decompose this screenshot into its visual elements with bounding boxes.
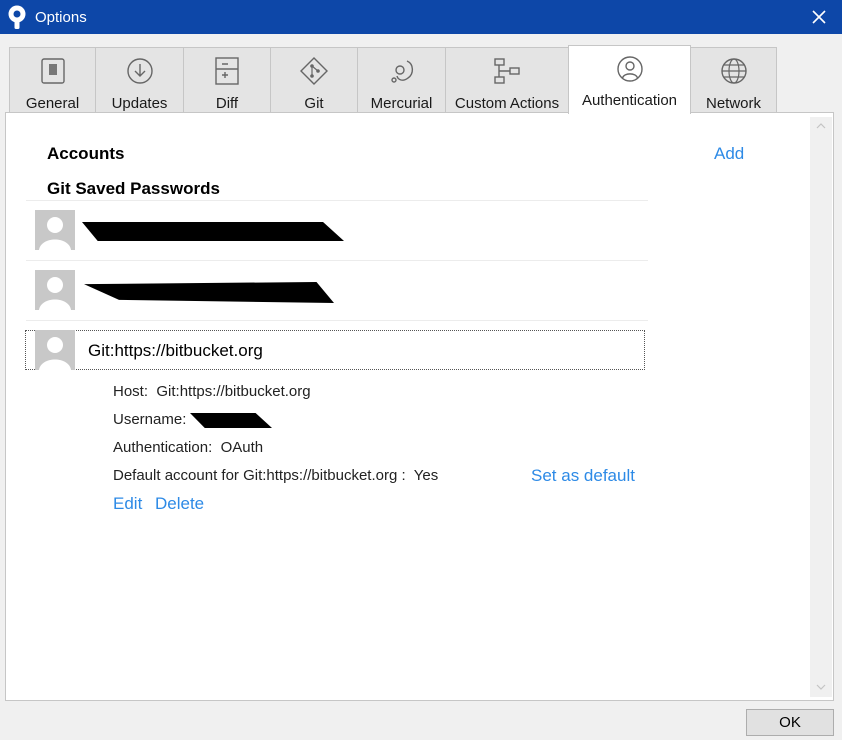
default-avatar-icon (39, 217, 71, 250)
close-button[interactable] (796, 0, 842, 34)
divider (26, 200, 648, 201)
tab-general[interactable]: General (9, 47, 96, 113)
delete-link[interactable]: Delete (155, 494, 204, 514)
custom-actions-icon (494, 58, 520, 84)
auth-value: OAuth (220, 439, 264, 456)
switch-icon (40, 58, 65, 84)
close-icon (812, 10, 826, 24)
host-detail: Host: Git:https://bitbucket.org (113, 383, 311, 400)
add-account-link[interactable]: Add (714, 144, 744, 164)
default-avatar-icon (39, 337, 71, 370)
host-value: Git:https://bitbucket.org (156, 383, 311, 400)
window-title: Options (35, 9, 87, 26)
redacted-account-name (84, 282, 334, 303)
sourcetree-icon (8, 5, 26, 29)
tab-authentication[interactable]: Authentication (568, 45, 691, 114)
globe-icon (720, 58, 747, 84)
tab-mercurial[interactable]: Mercurial (357, 47, 446, 113)
mercurial-icon (390, 60, 413, 83)
edit-link[interactable]: Edit (113, 494, 142, 514)
saved-passwords-heading: Git Saved Passwords (47, 179, 220, 198)
vertical-scrollbar[interactable] (810, 117, 832, 697)
scroll-down-icon[interactable] (815, 681, 827, 693)
download-icon (126, 58, 153, 84)
default-account-detail: Default account for Git:https://bitbucke… (113, 467, 439, 484)
diff-icon (215, 57, 239, 85)
ok-button[interactable]: OK (746, 709, 834, 736)
set-as-default-link[interactable]: Set as default (531, 466, 635, 486)
account-name: Git:https://bitbucket.org (88, 341, 263, 360)
authentication-detail: Authentication: OAuth (113, 439, 264, 456)
divider (26, 260, 648, 261)
avatar (35, 330, 75, 370)
git-icon (300, 57, 328, 85)
tab-updates[interactable]: Updates (95, 47, 184, 113)
avatar (35, 270, 75, 310)
default-avatar-icon (39, 277, 71, 310)
tab-custom-actions[interactable]: Custom Actions (445, 47, 569, 113)
tab-git[interactable]: Git (270, 47, 358, 113)
redacted-account-name (82, 222, 344, 241)
accounts-heading: Accounts (47, 144, 125, 163)
tab-network[interactable]: Network (690, 47, 777, 113)
divider (26, 320, 648, 321)
username-detail: Username: (113, 411, 187, 428)
user-icon (616, 56, 643, 82)
scroll-up-icon[interactable] (815, 120, 827, 132)
avatar (35, 210, 75, 250)
title-bar: Options (0, 0, 842, 34)
tab-diff[interactable]: Diff (183, 47, 271, 113)
default-value: Yes (413, 467, 439, 484)
